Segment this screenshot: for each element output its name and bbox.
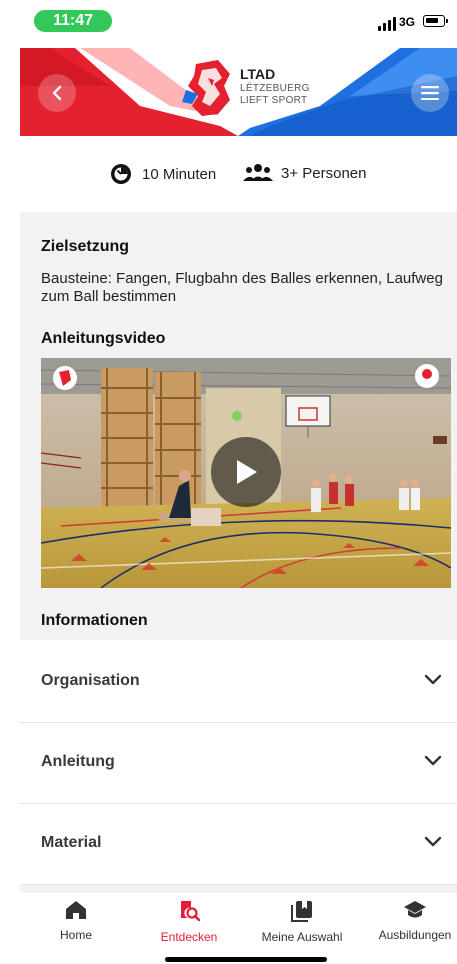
tab-label: Meine Auswahl bbox=[261, 930, 343, 944]
discover-icon bbox=[181, 901, 201, 922]
ltad-logo: LTAD LËTZEBUERG LIEFT SPORT bbox=[178, 56, 318, 120]
accordion-organisation[interactable]: Organisation bbox=[20, 642, 457, 723]
signal-icon bbox=[378, 17, 400, 31]
menu-button[interactable] bbox=[411, 74, 449, 112]
tab-entdecken[interactable]: Entdecken bbox=[139, 900, 239, 944]
group-icon bbox=[243, 164, 273, 181]
status-bar: 11:47 3G bbox=[0, 0, 457, 40]
tab-label: Home bbox=[59, 928, 92, 942]
tab-meine-auswahl[interactable]: Meine Auswahl bbox=[252, 900, 352, 944]
instruction-video[interactable] bbox=[41, 358, 451, 588]
tab-bar: Home Entdecken Meine Auswahl Ausbildunge… bbox=[0, 893, 457, 964]
persons-info: 3+ Personen bbox=[243, 163, 366, 183]
tab-home[interactable]: Home bbox=[26, 900, 126, 942]
accordion-material[interactable]: Material bbox=[20, 804, 457, 885]
play-button[interactable] bbox=[211, 437, 281, 507]
exercise-content: Zielsetzung Bausteine: Fangen, Flugbahn … bbox=[20, 212, 457, 640]
graduation-cap-icon bbox=[404, 901, 426, 918]
goal-text: Bausteine: Fangen, Flugbahn des Balles e… bbox=[41, 270, 443, 305]
accordion-anleitung[interactable]: Anleitung bbox=[20, 723, 457, 804]
duration-info: 10 Minuten bbox=[110, 163, 216, 185]
logo-title: LTAD bbox=[240, 66, 276, 82]
home-icon bbox=[66, 901, 86, 919]
tab-ausbildungen[interactable]: Ausbildungen bbox=[365, 900, 457, 942]
chevron-down-icon bbox=[424, 674, 442, 685]
lion-logo-icon bbox=[182, 60, 230, 116]
status-time: 11:47 bbox=[34, 10, 112, 32]
app-header: LTAD LËTZEBUERG LIEFT SPORT bbox=[20, 46, 457, 136]
content-divider bbox=[20, 885, 457, 893]
battery-icon bbox=[423, 15, 448, 27]
logo-subtitle-2: LIEFT SPORT bbox=[240, 95, 308, 106]
timer-icon bbox=[111, 164, 131, 184]
accordion-label: Anleitung bbox=[41, 753, 115, 770]
info-heading: Informationen bbox=[41, 612, 148, 629]
persons-text: 3+ Personen bbox=[281, 164, 367, 182]
accordion-label: Organisation bbox=[41, 672, 140, 689]
chevron-left-icon bbox=[52, 85, 62, 101]
tab-label: Ausbildungen bbox=[378, 928, 452, 942]
video-heading: Anleitungsvideo bbox=[41, 330, 166, 347]
duration-text: 10 Minuten bbox=[142, 165, 217, 183]
chevron-down-icon bbox=[424, 755, 442, 766]
accordion-label: Material bbox=[41, 834, 102, 851]
hamburger-menu-icon bbox=[421, 86, 439, 100]
logo-subtitle-1: LËTZEBUERG bbox=[240, 83, 310, 94]
back-button[interactable] bbox=[38, 74, 76, 112]
exercise-meta: 10 Minuten 3+ Personen bbox=[0, 160, 457, 190]
goal-heading: Zielsetzung bbox=[41, 238, 130, 255]
tab-label: Entdecken bbox=[160, 930, 218, 944]
chevron-down-icon bbox=[424, 836, 442, 847]
play-icon bbox=[237, 460, 257, 484]
home-indicator bbox=[165, 957, 327, 962]
network-type: 3G bbox=[399, 15, 416, 29]
bookmark-collection-icon bbox=[291, 901, 312, 922]
